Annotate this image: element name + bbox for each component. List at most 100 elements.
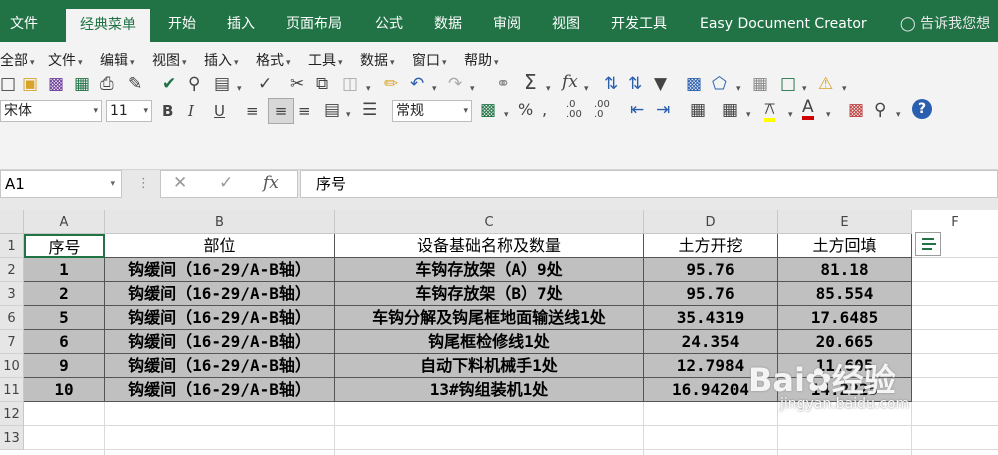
font-size-select[interactable]: 11 ▾ xyxy=(106,100,152,122)
enter-icon[interactable]: ✓ xyxy=(219,173,233,193)
select-all-corner[interactable] xyxy=(0,210,24,234)
tab-insert[interactable]: 插入 xyxy=(227,0,255,42)
tab-data[interactable]: 数据 xyxy=(434,0,462,42)
table-cell[interactable]: 钩缓间（16-29/A-B轴） xyxy=(105,282,335,306)
menu-file[interactable]: 文件 ▾ xyxy=(48,50,83,70)
row-header[interactable]: 3 xyxy=(0,282,24,306)
table-cell[interactable]: 钩缓间（16-29/A-B轴） xyxy=(105,306,335,330)
undo-icon[interactable]: ↶ xyxy=(410,74,424,94)
increase-decimal-icon[interactable]: .0.00 xyxy=(566,100,582,120)
paste-icon[interactable]: ◫ xyxy=(342,74,358,94)
menu-data[interactable]: 数据 ▾ xyxy=(360,50,395,70)
autosum-icon[interactable]: Σ xyxy=(524,72,537,92)
column-header-d[interactable]: D xyxy=(644,210,778,234)
warning-dropdown-icon[interactable]: ▾ xyxy=(842,79,847,99)
tab-page-layout[interactable]: 页面布局 xyxy=(286,0,342,42)
percent-icon[interactable]: % xyxy=(518,100,533,120)
row-header[interactable]: 11 xyxy=(0,378,24,402)
menu-window[interactable]: 窗口 ▾ xyxy=(412,50,447,70)
comment-dropdown-icon[interactable]: ▾ xyxy=(802,79,807,99)
paste-dropdown-icon[interactable]: ▾ xyxy=(366,79,371,99)
merge-center-icon[interactable]: ▤ xyxy=(324,100,340,120)
tab-formulas[interactable]: 公式 xyxy=(375,0,403,42)
sort-descending-icon[interactable]: ⇅ xyxy=(628,74,642,94)
function-dropdown-icon[interactable]: ▾ xyxy=(584,79,589,99)
borders-dropdown-icon[interactable]: ▾ xyxy=(746,105,751,125)
shapes-icon[interactable]: ⬠ xyxy=(712,74,727,94)
row-header[interactable]: 6 xyxy=(0,306,24,330)
column-header-c[interactable]: C xyxy=(335,210,644,234)
number-format-select[interactable]: 常规 ▾ xyxy=(392,100,472,122)
table-cell[interactable]: 17.6485 xyxy=(778,306,912,330)
bold-button[interactable]: B xyxy=(162,101,173,121)
tab-developer[interactable]: 开发工具 xyxy=(611,0,667,42)
table-cell[interactable]: 85.554 xyxy=(778,282,912,306)
name-box[interactable]: A1 ▾ xyxy=(0,170,122,198)
row-header[interactable]: 2 xyxy=(0,258,24,282)
table-header-cell[interactable]: 土方回填 xyxy=(778,234,912,258)
align-center-icon[interactable]: ≡ xyxy=(268,98,294,124)
wrap-text-icon[interactable]: ☰ xyxy=(362,100,377,120)
font-color-icon[interactable]: A xyxy=(802,98,814,120)
autosum-dropdown-icon[interactable]: ▾ xyxy=(546,79,551,99)
worksheet-grid[interactable]: A B C D E F 1 2 3 6 7 10 11 12 13 序号 部位 … xyxy=(0,210,998,455)
table-cell[interactable]: 钩尾框检修线1处 xyxy=(335,330,644,354)
table-grid-icon[interactable]: ▦ xyxy=(752,74,768,94)
borders-icon[interactable]: ▦ xyxy=(722,100,738,120)
help-icon[interactable]: ? xyxy=(912,99,932,119)
table-header-cell[interactable]: 序号 xyxy=(24,234,105,258)
tell-me-search[interactable]: ◯ 告诉我您想 xyxy=(900,0,990,42)
warning-icon[interactable]: ⚠ xyxy=(818,74,833,94)
table-cell[interactable]: 车钩存放架（B）7处 xyxy=(335,282,644,306)
redo-dropdown-icon[interactable]: ▾ xyxy=(470,79,475,99)
find-dropdown-icon[interactable]: ▾ xyxy=(896,105,901,125)
formula-input[interactable]: 序号 xyxy=(300,170,998,198)
column-header-e[interactable]: E xyxy=(778,210,912,234)
row-header[interactable]: 13 xyxy=(0,426,24,450)
underline-button[interactable]: U xyxy=(214,101,225,121)
fill-color-dropdown-icon[interactable]: ▾ xyxy=(788,105,793,125)
font-name-select[interactable]: 宋体 ▾ xyxy=(0,100,102,122)
row-header[interactable]: 1 xyxy=(0,234,24,258)
cancel-icon[interactable]: ✕ xyxy=(173,173,187,193)
find-icon[interactable]: ⚲ xyxy=(874,100,886,120)
table-header-cell[interactable]: 土方开挖 xyxy=(644,234,778,258)
row-header[interactable]: 7 xyxy=(0,330,24,354)
row-header[interactable]: 10 xyxy=(0,354,24,378)
page-setup-dropdown-icon[interactable]: ▾ xyxy=(237,79,242,99)
table-cell[interactable]: 1 xyxy=(24,258,105,282)
chart-icon[interactable]: ▩ xyxy=(686,74,702,94)
table-cell[interactable]: 24.354 xyxy=(644,330,778,354)
table-cell[interactable]: 95.76 xyxy=(644,258,778,282)
column-header-f[interactable]: F xyxy=(912,210,998,234)
tab-easy-document-creator[interactable]: Easy Document Creator xyxy=(700,0,867,42)
shapes-dropdown-icon[interactable]: ▾ xyxy=(736,79,741,99)
row-header[interactable]: 12 xyxy=(0,402,24,426)
tab-file[interactable]: 文件 xyxy=(10,0,38,42)
decrease-indent-icon[interactable]: ⇤ xyxy=(630,100,644,120)
table-cell[interactable]: 35.4319 xyxy=(644,306,778,330)
align-left-icon[interactable]: ≡ xyxy=(246,101,259,121)
cell-styles-icon[interactable]: ▩ xyxy=(848,100,864,120)
open-folder-icon[interactable]: ▣ xyxy=(22,74,38,94)
menu-edit[interactable]: 编辑 ▾ xyxy=(100,50,135,70)
function-icon[interactable]: fx xyxy=(562,72,578,92)
table-header-cell[interactable]: 部位 xyxy=(105,234,335,258)
table-cell[interactable]: 车钩存放架（A）9处 xyxy=(335,258,644,282)
decrease-decimal-icon[interactable]: .00.0 xyxy=(594,100,610,120)
table-cell[interactable]: 20.665 xyxy=(778,330,912,354)
table-cell[interactable]: 81.18 xyxy=(778,258,912,282)
tab-view[interactable]: 视图 xyxy=(552,0,580,42)
table-cell[interactable]: 13#钩组装机1处 xyxy=(335,378,644,402)
table-cell[interactable]: 5 xyxy=(24,306,105,330)
sort-ascending-icon[interactable]: ⇅ xyxy=(604,74,618,94)
tab-review[interactable]: 审阅 xyxy=(493,0,521,42)
insert-cells-icon[interactable]: ▦ xyxy=(690,100,706,120)
comma-style-icon[interactable]: , xyxy=(542,100,547,120)
check-icon[interactable]: ✔ xyxy=(162,74,176,94)
menu-insert[interactable]: 插入 ▾ xyxy=(204,50,239,70)
align-right-icon[interactable]: ≡ xyxy=(298,101,311,121)
page-setup-icon[interactable]: ▤ xyxy=(214,74,230,94)
fill-color-icon[interactable]: ⚻ xyxy=(764,100,776,122)
table-header-cell[interactable]: 设备基础名称及数量 xyxy=(335,234,644,258)
